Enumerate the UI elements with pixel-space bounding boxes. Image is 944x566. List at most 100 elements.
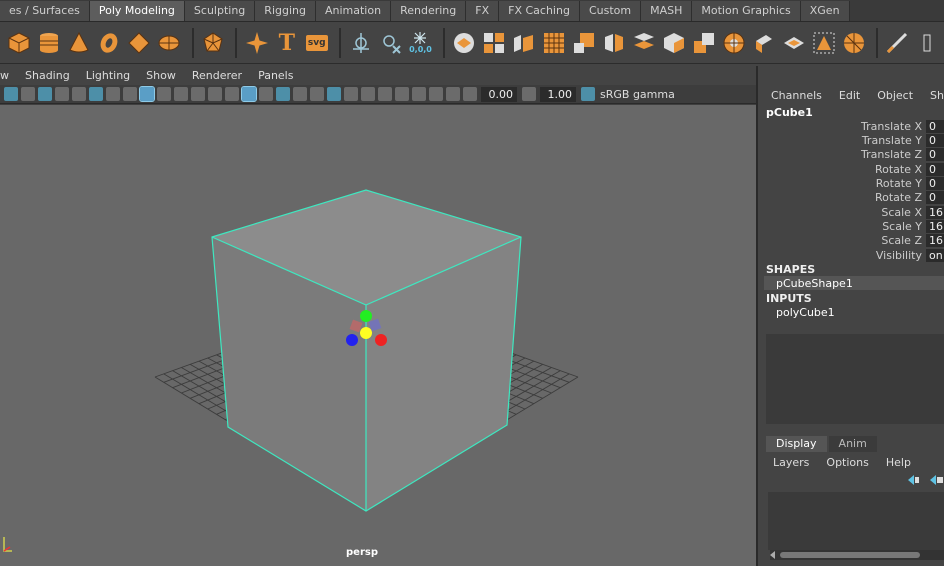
channel-box-menu-channels[interactable]: Channels (760, 89, 828, 102)
viewport-menu-renderer[interactable]: Renderer (184, 69, 250, 82)
grease-pencil-icon[interactable] (88, 87, 103, 101)
poly-cone-icon[interactable] (66, 29, 93, 57)
viewport-menu-shading[interactable]: Shading (17, 69, 78, 82)
shelf-tab-custom[interactable]: Custom (579, 1, 642, 21)
clear-pivot-icon[interactable] (377, 29, 404, 57)
default-material-icon[interactable] (258, 87, 273, 101)
attr-label[interactable]: Scale Z (881, 234, 922, 247)
svg-tool-icon[interactable]: svg (303, 29, 330, 57)
attr-label[interactable]: Translate Y (862, 134, 922, 147)
use-lights-icon[interactable] (309, 87, 324, 101)
attr-label[interactable]: Rotate Y (876, 177, 922, 190)
attr-label[interactable]: Rotate Z (875, 191, 922, 204)
shelf-tab-rigging[interactable]: Rigging (255, 1, 316, 21)
attr-value-field[interactable]: 0 (926, 120, 944, 133)
poly-cylinder-icon[interactable] (36, 29, 63, 57)
xray-joints-icon[interactable] (428, 87, 443, 101)
shelf-tab-motion-graphics[interactable]: Motion Graphics (692, 1, 801, 21)
image-plane-icon[interactable] (54, 87, 69, 101)
attr-value-field[interactable]: 0 (926, 191, 944, 204)
gamma-icon[interactable] (521, 87, 536, 101)
camera-attributes-icon[interactable] (20, 87, 35, 101)
gate-mask-icon[interactable] (156, 87, 171, 101)
multi-cut-icon[interactable] (884, 29, 911, 57)
attr-value-field[interactable]: 0 (926, 163, 944, 176)
field-chart-icon[interactable] (173, 87, 188, 101)
attr-value-field[interactable]: 0 (926, 177, 944, 190)
text-tool-icon[interactable]: T (273, 29, 300, 57)
shelf-tab-animation[interactable]: Animation (315, 1, 392, 21)
exposure-icon[interactable] (462, 87, 477, 101)
poly-torus-icon[interactable] (96, 29, 123, 57)
pivot-tool-icon[interactable] (347, 29, 374, 57)
cube-mesh[interactable] (211, 189, 522, 512)
tab-anim[interactable]: Anim (828, 436, 877, 452)
shelf-tab-fx[interactable]: FX (466, 1, 500, 21)
grid-toggle-icon[interactable] (105, 87, 120, 101)
motion-blur-icon[interactable] (360, 87, 375, 101)
combine-icon[interactable] (451, 29, 478, 57)
film-gate-icon[interactable] (122, 87, 137, 101)
select-camera-icon[interactable] (3, 87, 18, 101)
input-node[interactable]: polyCube1 (776, 306, 835, 319)
boolean-icon[interactable] (690, 29, 717, 57)
attr-label[interactable]: Rotate X (875, 163, 922, 176)
poly-plane-icon[interactable] (126, 29, 153, 57)
exposure-field[interactable]: 0.00 (481, 86, 517, 102)
sparkle-icon[interactable] (243, 29, 270, 57)
channel-box-menu-object[interactable]: Object (866, 89, 919, 102)
color-management-icon[interactable] (580, 87, 595, 101)
shelf-tab-rendering[interactable]: Rendering (391, 1, 467, 21)
attr-label[interactable]: Translate Z (861, 148, 922, 161)
separate-icon[interactable] (481, 29, 508, 57)
bridge-icon[interactable] (631, 29, 658, 57)
viewport-menu-panels[interactable]: Panels (250, 69, 301, 82)
shelf-overflow-icon[interactable] (914, 29, 941, 57)
safe-title-icon[interactable] (207, 87, 222, 101)
attr-label[interactable]: Translate X (861, 120, 922, 133)
move-layer-down-icon[interactable] (928, 474, 944, 489)
shelf-tab-surfaces[interactable]: es / Surfaces (0, 1, 90, 21)
shape-node[interactable]: pCubeShape1 (776, 277, 853, 290)
attr-value-field[interactable]: 16 (926, 234, 944, 247)
tab-display[interactable]: Display (766, 436, 827, 452)
wireframe-icon[interactable] (224, 87, 239, 101)
isolate-select-icon[interactable] (394, 87, 409, 101)
layer-menu-layers[interactable]: Layers (760, 456, 813, 469)
center-pivot-icon[interactable]: 0,0,0 (407, 29, 434, 57)
attr-value-field[interactable]: 16 (926, 220, 944, 233)
shelf-tab-xgen[interactable]: XGen (800, 1, 850, 21)
viewport-menu-lighting[interactable]: Lighting (78, 69, 138, 82)
viewport-menu-view[interactable]: w (0, 69, 17, 82)
shelf-tab-sculpting[interactable]: Sculpting (184, 1, 256, 21)
object-name[interactable]: pCube1 (766, 106, 813, 119)
poly-sphere-icon[interactable] (840, 29, 867, 57)
two-d-pan-icon[interactable] (71, 87, 86, 101)
channel-box-menu-show[interactable]: Show (919, 89, 944, 102)
attr-value-field[interactable]: on (926, 249, 944, 262)
xray-components-icon[interactable] (445, 87, 460, 101)
reduce-icon[interactable] (571, 29, 598, 57)
shelf-tab-mash[interactable]: MASH (641, 1, 693, 21)
attr-value-field[interactable]: 16 (926, 206, 944, 219)
channel-box-menu-edit[interactable]: Edit (828, 89, 866, 102)
bookmarks-icon[interactable] (37, 87, 52, 101)
platonic-solid-icon[interactable] (200, 29, 227, 57)
poly-disc-icon[interactable] (156, 29, 183, 57)
attr-label[interactable]: Scale Y (882, 220, 922, 233)
extrude-icon[interactable] (750, 29, 777, 57)
circularize-icon[interactable] (720, 29, 747, 57)
layer-list[interactable] (768, 492, 944, 550)
layer-list-scrollbar[interactable] (770, 550, 944, 560)
shelf-tab-poly-modeling[interactable]: Poly Modeling (89, 1, 185, 21)
append-polygon-icon[interactable] (780, 29, 807, 57)
move-layer-up-icon[interactable] (906, 474, 920, 489)
layer-menu-options[interactable]: Options (813, 456, 872, 469)
attr-value-field[interactable]: 0 (926, 134, 944, 147)
scrollbar-thumb[interactable] (780, 552, 920, 558)
wireframe-on-shaded-icon[interactable] (275, 87, 290, 101)
fill-hole-icon[interactable] (810, 29, 837, 57)
extract-icon[interactable] (511, 29, 538, 57)
smooth-shade-icon[interactable] (240, 86, 257, 102)
resolution-gate-icon[interactable] (138, 86, 155, 102)
